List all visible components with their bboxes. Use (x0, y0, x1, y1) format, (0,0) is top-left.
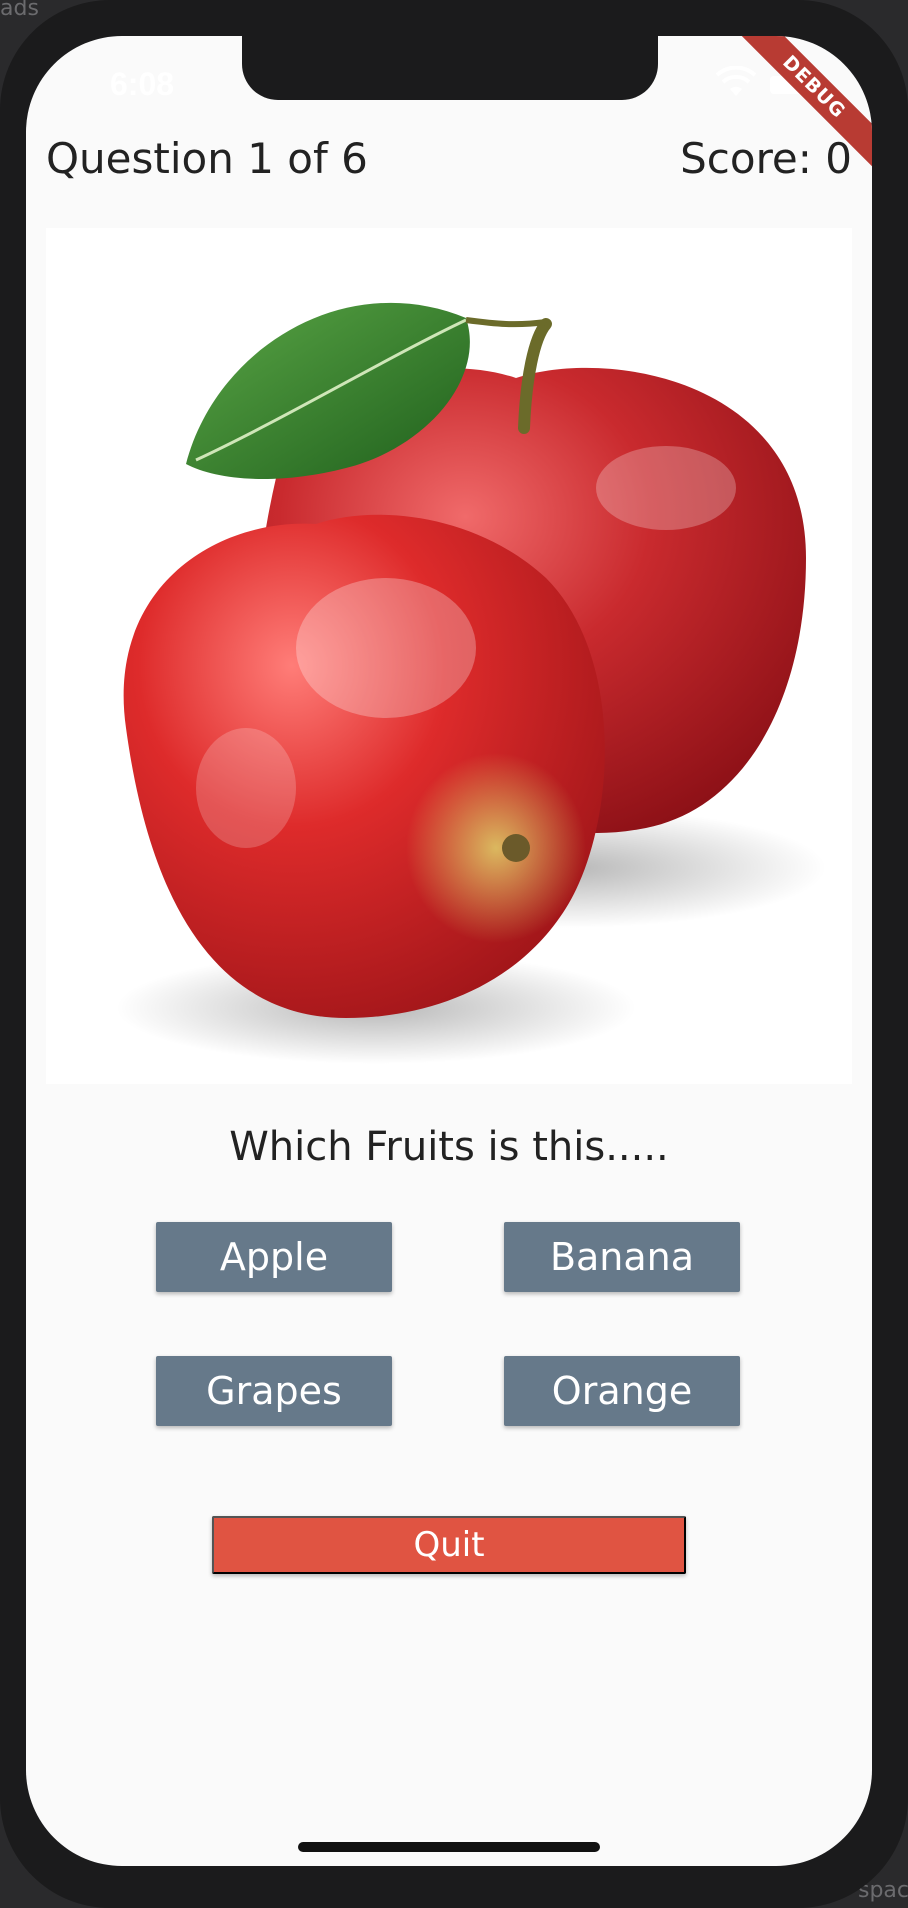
apple-image (46, 228, 852, 1084)
device-notch (242, 36, 658, 100)
background-text-top: ads (0, 0, 39, 21)
app-screen: 6:08 DEBUG Question 1 of 6 Score: 0 Whic… (26, 36, 872, 1866)
wifi-icon (716, 66, 756, 96)
phone-frame: 6:08 DEBUG Question 1 of 6 Score: 0 Whic… (0, 0, 908, 1908)
question-prompt: Which Fruits is this..... (229, 1124, 669, 1170)
quit-button[interactable]: Quit (212, 1516, 686, 1574)
answer-orange-button[interactable]: Orange (504, 1356, 740, 1426)
home-indicator[interactable] (298, 1842, 600, 1852)
answer-banana-button[interactable]: Banana (504, 1222, 740, 1292)
question-counter: Question 1 of 6 (46, 134, 368, 183)
status-time: 6:08 (110, 66, 175, 102)
answer-grapes-button[interactable]: Grapes (156, 1356, 392, 1426)
answer-apple-button[interactable]: Apple (156, 1222, 392, 1292)
score-label: Score: 0 (680, 134, 852, 183)
